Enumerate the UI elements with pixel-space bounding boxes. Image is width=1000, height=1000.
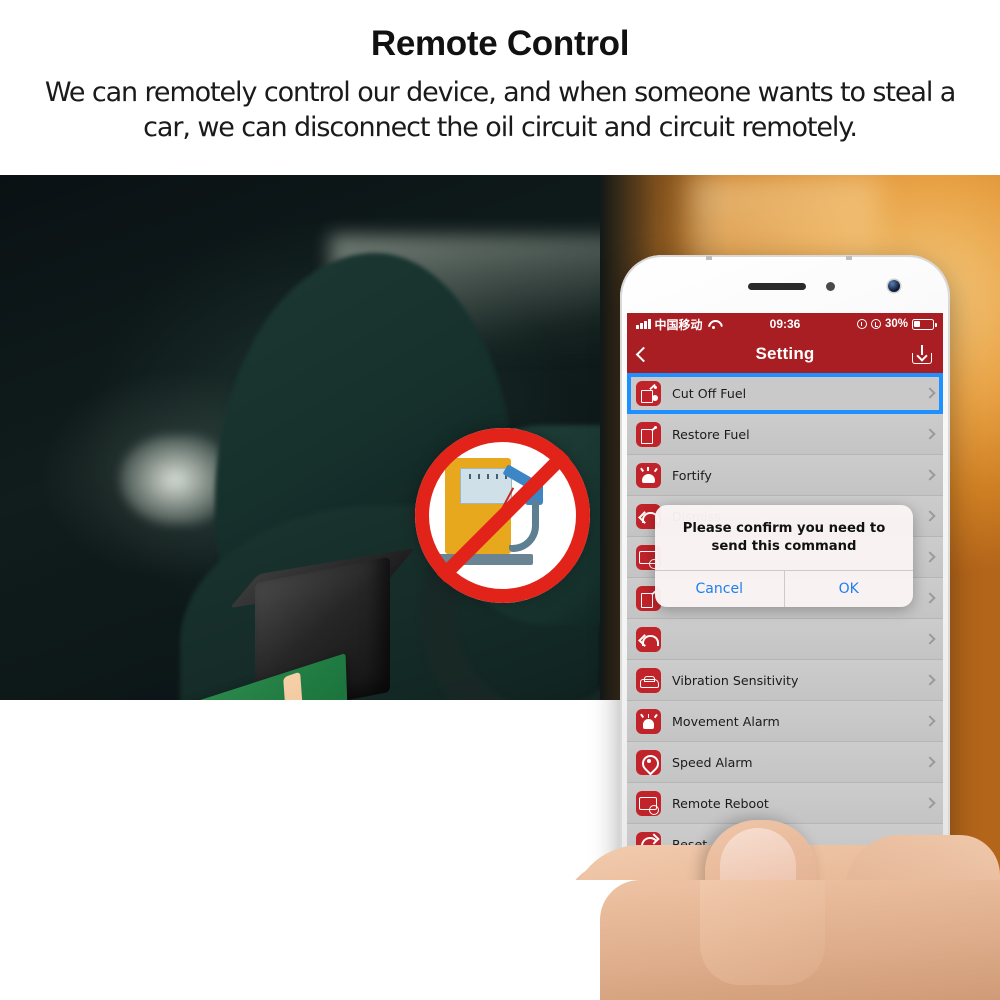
chevron-right-icon <box>924 633 936 645</box>
status-bar: 中国移动 09:36 30% <box>627 313 943 335</box>
fuel-restore-icon <box>636 421 661 447</box>
fuel-cut-icon <box>636 380 661 406</box>
alarm-clock-icon <box>856 319 867 329</box>
app-title: Setting <box>755 344 815 363</box>
header-section: Remote Control We can remotely control o… <box>0 0 1000 175</box>
dialog-message: Please confirm you need to send this com… <box>682 521 886 554</box>
chevron-right-icon <box>924 756 936 768</box>
chevron-right-icon <box>924 715 936 727</box>
chevron-right-icon <box>924 428 936 440</box>
cancel-button[interactable]: Cancel <box>655 571 784 607</box>
status-time: 09:36 <box>769 317 801 331</box>
app-header: Setting <box>627 335 943 373</box>
list-item-vibration-sensitivity[interactable]: Vibration Sensitivity <box>627 660 943 701</box>
list-item-label: Fortify <box>672 467 712 483</box>
chevron-right-icon <box>924 387 936 399</box>
download-icon[interactable] <box>912 344 932 364</box>
chevron-right-icon <box>924 797 936 809</box>
chevron-right-icon <box>924 592 936 604</box>
list-item-label: Vibration Sensitivity <box>672 672 799 688</box>
list-item-speed-alarm[interactable]: Speed Alarm <box>627 742 943 783</box>
product-banner: Remote Control We can remotely control o… <box>0 0 1000 1000</box>
car-window-glow <box>120 435 230 525</box>
battery-icon <box>912 318 937 330</box>
car-vibration-icon <box>636 667 661 693</box>
alarm-bell-icon <box>636 708 661 734</box>
no-fuel-sign <box>415 428 590 603</box>
confirm-dialog: Please confirm you need to send this com… <box>655 505 913 607</box>
rotation-lock-icon <box>870 319 881 329</box>
list-item-remote-reboot[interactable]: Remote Reboot <box>627 783 943 824</box>
phone-screen: 中国移动 09:36 30% Setting Cut Off Fuel Rest… <box>627 313 943 858</box>
proximity-sensor <box>826 282 835 291</box>
earpiece-speaker <box>748 283 806 290</box>
list-item-label: Restore Fuel <box>672 426 750 442</box>
smartphone-mockup: 中国移动 09:36 30% Setting Cut Off Fuel Rest… <box>620 255 950 905</box>
list-item-restore-fuel[interactable]: Restore Fuel <box>627 414 943 455</box>
moon-icon <box>636 626 661 652</box>
location-pin-icon <box>636 749 661 775</box>
cut-off-fuel-highlight: Cut Off Fuel <box>627 373 943 414</box>
chevron-right-icon <box>924 674 936 686</box>
chevron-right-icon <box>924 469 936 481</box>
front-camera <box>888 280 900 292</box>
ok-button[interactable]: OK <box>783 570 914 607</box>
siren-icon <box>636 462 661 488</box>
settings-list: Cut Off Fuel Restore Fuel Fortify Vibrat… <box>627 373 943 858</box>
list-item-hidden-3[interactable] <box>627 619 943 660</box>
photo-white-crop <box>0 700 640 880</box>
list-item-label: Speed Alarm <box>672 754 753 770</box>
finger-lower-portion <box>700 880 825 985</box>
chevron-right-icon <box>924 510 936 522</box>
chevron-right-icon <box>924 551 936 563</box>
list-item-label: Cut Off Fuel <box>672 385 747 401</box>
list-item-label: Remote Reboot <box>672 795 769 811</box>
page-subtitle: We can remotely control our device, and … <box>44 76 956 144</box>
dialog-buttons: Cancel OK <box>655 569 914 607</box>
list-item-cut-off-fuel[interactable]: Cut Off Fuel <box>627 373 943 414</box>
list-item-label: Movement Alarm <box>672 713 780 729</box>
page-title: Remote Control <box>370 24 630 63</box>
phone-top-bezel <box>620 255 950 313</box>
list-item-movement-alarm[interactable]: Movement Alarm <box>627 701 943 742</box>
monitor-minus-icon <box>636 790 661 816</box>
list-item-fortify[interactable]: Fortify <box>627 455 943 496</box>
